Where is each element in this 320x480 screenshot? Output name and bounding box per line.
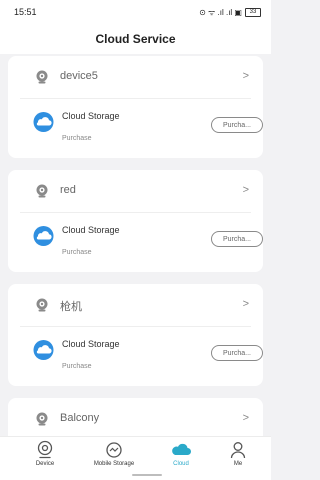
- purchase-button[interactable]: Purcha...: [211, 231, 263, 247]
- device-name: 枪机: [60, 301, 82, 313]
- nav-label: Cloud: [173, 461, 189, 467]
- nav-label: Mobile Storage: [93, 461, 135, 467]
- divider: [20, 326, 251, 327]
- storage-icon: [106, 442, 122, 458]
- device-row[interactable]: red >: [8, 170, 263, 212]
- cloud-icon: [33, 226, 54, 246]
- purchase-button[interactable]: Purcha...: [211, 117, 263, 133]
- divider: [20, 98, 251, 99]
- service-subtitle: Purchase: [62, 363, 92, 370]
- service-subtitle: Purchase: [62, 249, 92, 256]
- device-name: red: [60, 184, 76, 196]
- camera-icon: [36, 298, 48, 312]
- nav-label: Device: [35, 461, 55, 467]
- nav-me[interactable]: Me: [208, 440, 268, 467]
- service-title: Cloud Storage: [62, 111, 120, 121]
- home-indicator[interactable]: [132, 474, 162, 476]
- nav-mobile-storage[interactable]: Mobile Storage: [84, 440, 144, 467]
- cloud-icon: [33, 112, 54, 132]
- camera-icon: [36, 184, 48, 198]
- status-icons: ⊙ ᯤ .ıl .ıl ▣ 33: [199, 7, 261, 18]
- device-card: device5 > Cloud Storage Purchase Purcha.…: [8, 56, 263, 158]
- nav-device[interactable]: Device: [15, 440, 75, 467]
- camera-icon: [36, 412, 48, 426]
- person-icon: [230, 442, 246, 459]
- status-bar: 15:51 ⊙ ᯤ .ıl .ıl ▣ 33: [0, 0, 271, 24]
- cloud-icon: [33, 340, 54, 360]
- network-icons: ⊙ ᯤ .ıl .ıl ▣: [199, 7, 242, 17]
- camera-icon: [36, 70, 48, 84]
- device-card: Balcony >: [8, 398, 263, 436]
- device-list[interactable]: device5 > Cloud Storage Purchase Purcha.…: [0, 54, 271, 436]
- camera-icon: [37, 440, 53, 459]
- battery-level: 33: [249, 8, 257, 15]
- divider: [20, 212, 251, 213]
- page-header: Cloud Service: [0, 24, 271, 54]
- chevron-right-icon: >: [242, 298, 249, 310]
- device-row[interactable]: 枪机 >: [8, 284, 263, 326]
- device-name: Balcony: [60, 412, 100, 424]
- chevron-right-icon: >: [242, 70, 249, 82]
- service-title: Cloud Storage: [62, 225, 120, 235]
- chevron-right-icon: >: [242, 184, 249, 196]
- chevron-right-icon: >: [242, 412, 249, 424]
- nav-label: Me: [233, 461, 243, 467]
- battery-icon: 33: [245, 7, 261, 17]
- page-title: Cloud Service: [95, 32, 176, 46]
- device-row[interactable]: device5 >: [8, 56, 263, 98]
- device-card: red > Cloud Storage Purchase Purcha...: [8, 170, 263, 272]
- device-card: 枪机 > Cloud Storage Purchase Purcha...: [8, 284, 263, 386]
- status-time: 15:51: [14, 7, 37, 17]
- device-row[interactable]: Balcony >: [8, 398, 263, 436]
- device-name: device5: [60, 70, 98, 82]
- service-title: Cloud Storage: [62, 339, 120, 349]
- service-subtitle: Purchase: [62, 135, 92, 142]
- nav-cloud[interactable]: Cloud: [151, 440, 211, 467]
- purchase-button[interactable]: Purcha...: [211, 345, 263, 361]
- cloud-icon: [172, 443, 191, 455]
